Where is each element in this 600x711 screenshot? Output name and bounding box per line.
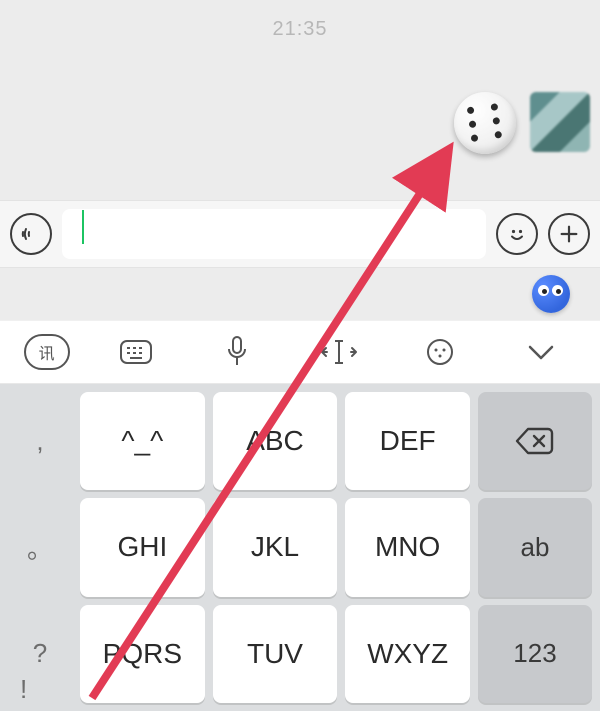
emoji-button[interactable] [496, 213, 538, 255]
keyboard-layout-button[interactable] [101, 330, 171, 374]
key-wxyz[interactable]: WXYZ [345, 605, 470, 703]
key-period[interactable]: 。 [8, 498, 72, 596]
key-mode-123[interactable]: 123 [478, 605, 592, 703]
key-mno[interactable]: MNO [345, 498, 470, 596]
dice-pips [462, 100, 507, 145]
key-label: 。 [27, 529, 53, 566]
key-label: ab [521, 532, 550, 563]
key-label: ? [33, 638, 47, 669]
key-label: PQRS [103, 638, 182, 670]
key-pqrs[interactable]: PQRS [80, 605, 205, 703]
text-caret [82, 210, 84, 244]
key-label: WXYZ [367, 638, 448, 670]
key-backspace[interactable] [478, 392, 592, 490]
attach-button[interactable] [548, 213, 590, 255]
key-def[interactable]: DEF [345, 392, 470, 490]
keyboard: , ^_^ ABC DEF 。 GHI JKL MNO ab ? PQRS TU… [0, 384, 600, 711]
key-label: , [36, 426, 43, 457]
key-emoticon-text[interactable]: ^_^ [80, 392, 205, 490]
keyboard-layout-icon [119, 338, 153, 366]
message-input-bar [0, 200, 600, 268]
mic-icon [224, 335, 250, 369]
key-mode-ab[interactable]: ab [478, 498, 592, 596]
outgoing-message [454, 92, 590, 154]
key-label: ABC [246, 425, 304, 457]
key-comma[interactable]: , [8, 392, 72, 490]
voice-typing-button[interactable] [202, 330, 272, 374]
key-label: ^_^ [121, 425, 163, 457]
message-text-input[interactable] [62, 209, 486, 259]
key-punct-group[interactable]: ? [8, 605, 72, 703]
chevron-down-icon [526, 342, 556, 362]
plus-icon [558, 223, 580, 245]
smile-icon [505, 222, 529, 246]
key-exclaim[interactable]: ! [20, 674, 27, 705]
face-icon [425, 337, 455, 367]
collapse-keyboard-button[interactable] [506, 330, 576, 374]
chat-area: 21:35 [0, 0, 600, 200]
key-label: DEF [380, 425, 436, 457]
chat-timestamp: 21:35 [272, 18, 327, 41]
voice-input-button[interactable] [10, 213, 52, 255]
key-label: TUV [247, 638, 303, 670]
key-tuv[interactable]: TUV [213, 605, 338, 703]
backspace-icon [514, 425, 556, 457]
key-label: ! [20, 674, 27, 704]
emoticon-button[interactable] [405, 330, 475, 374]
key-label: JKL [251, 531, 299, 563]
key-ghi[interactable]: GHI [80, 498, 205, 596]
keyboard-toolbar: 讯 [0, 320, 600, 384]
key-label: MNO [375, 531, 440, 563]
key-abc[interactable]: ABC [213, 392, 338, 490]
key-label: 123 [513, 638, 556, 669]
dice-sticker[interactable] [454, 92, 516, 154]
key-jkl[interactable]: JKL [213, 498, 338, 596]
voice-waves-icon [19, 222, 43, 246]
ime-switch-label: 讯 [39, 340, 55, 364]
floating-emoji-button[interactable] [532, 275, 570, 313]
ime-switch-button[interactable]: 讯 [24, 334, 70, 370]
cursor-move-icon [319, 337, 359, 367]
avatar[interactable] [530, 92, 590, 152]
cursor-control-button[interactable] [304, 330, 374, 374]
key-label: GHI [117, 531, 167, 563]
